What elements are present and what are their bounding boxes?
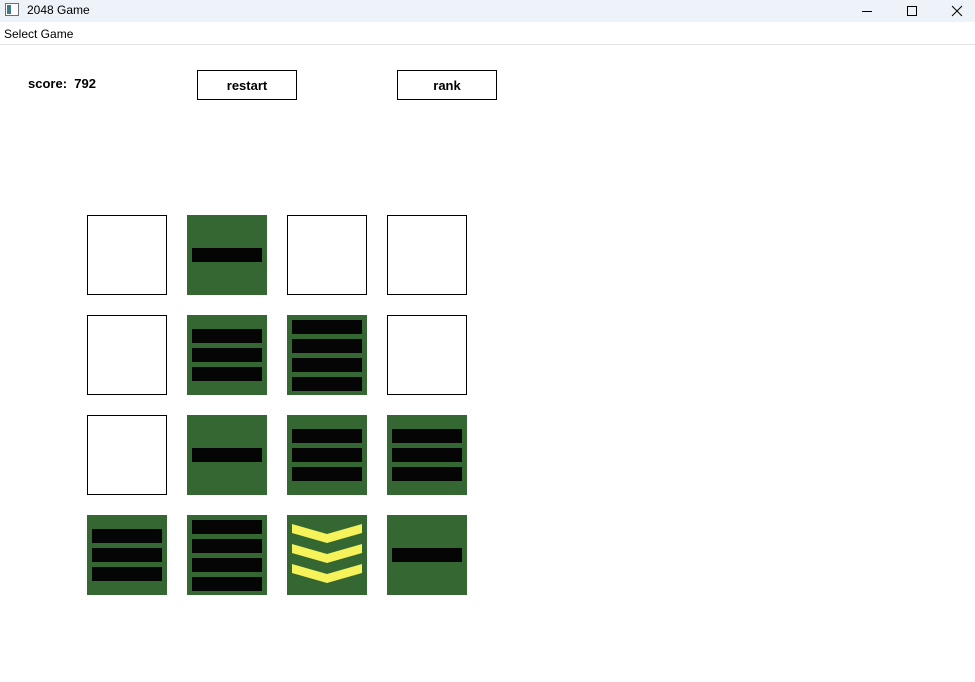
title-bar: 2048 Game bbox=[0, 0, 975, 22]
app-window-icon bbox=[5, 3, 19, 16]
chevron-stripe bbox=[292, 544, 362, 563]
rank-button[interactable]: rank bbox=[397, 70, 497, 100]
rank-bar bbox=[392, 548, 462, 562]
close-button[interactable] bbox=[934, 0, 975, 22]
rank-bar bbox=[92, 567, 162, 581]
tile-rank-4-bars bbox=[187, 515, 267, 595]
rank-bar bbox=[292, 377, 362, 391]
rank-bar bbox=[292, 358, 362, 372]
rank-bar bbox=[192, 558, 262, 572]
rank-bar bbox=[192, 539, 262, 553]
chevron-stripe bbox=[292, 524, 362, 543]
rank-bar bbox=[292, 429, 362, 443]
rank-bar bbox=[192, 248, 262, 262]
rank-bar bbox=[192, 367, 262, 381]
rank-bar bbox=[192, 448, 262, 462]
rank-bar bbox=[292, 339, 362, 353]
tile-empty bbox=[387, 215, 467, 295]
rank-bar bbox=[192, 520, 262, 534]
rank-bar bbox=[392, 467, 462, 481]
tile-rank-3-bars bbox=[87, 515, 167, 595]
maximize-button[interactable] bbox=[889, 0, 935, 22]
rank-bar bbox=[292, 467, 362, 481]
chevron-insignia-icon bbox=[292, 524, 362, 583]
tile-empty bbox=[287, 215, 367, 295]
rank-bar bbox=[292, 448, 362, 462]
tile-rank-3-chevrons bbox=[287, 515, 367, 595]
tile-rank-3-bars bbox=[287, 415, 367, 495]
rank-bar bbox=[192, 348, 262, 362]
tile-rank-1-bars bbox=[187, 215, 267, 295]
rank-bar bbox=[92, 548, 162, 562]
game-board[interactable] bbox=[87, 215, 467, 595]
rank-bar bbox=[392, 429, 462, 443]
score-label: score: 792 bbox=[28, 76, 96, 91]
chevron-stripe bbox=[292, 564, 362, 583]
minimize-icon bbox=[862, 11, 872, 12]
rank-bar bbox=[192, 329, 262, 343]
rank-bar bbox=[392, 448, 462, 462]
menu-item-select-game[interactable]: Select Game bbox=[4, 27, 73, 41]
maximize-icon bbox=[907, 6, 917, 16]
window-title: 2048 Game bbox=[27, 3, 90, 17]
tile-empty bbox=[87, 415, 167, 495]
tile-rank-1-bars bbox=[387, 515, 467, 595]
tile-rank-3-bars bbox=[187, 315, 267, 395]
rank-bar bbox=[192, 577, 262, 591]
tile-empty bbox=[387, 315, 467, 395]
restart-button[interactable]: restart bbox=[197, 70, 297, 100]
close-icon bbox=[951, 5, 963, 17]
tile-rank-4-bars bbox=[287, 315, 367, 395]
menu-bar: Select Game bbox=[0, 22, 975, 45]
rank-bar bbox=[292, 320, 362, 334]
tile-rank-1-bars bbox=[187, 415, 267, 495]
tile-empty bbox=[87, 315, 167, 395]
tile-empty bbox=[87, 215, 167, 295]
minimize-button[interactable] bbox=[844, 0, 890, 22]
rank-bar bbox=[92, 529, 162, 543]
tile-rank-3-bars bbox=[387, 415, 467, 495]
